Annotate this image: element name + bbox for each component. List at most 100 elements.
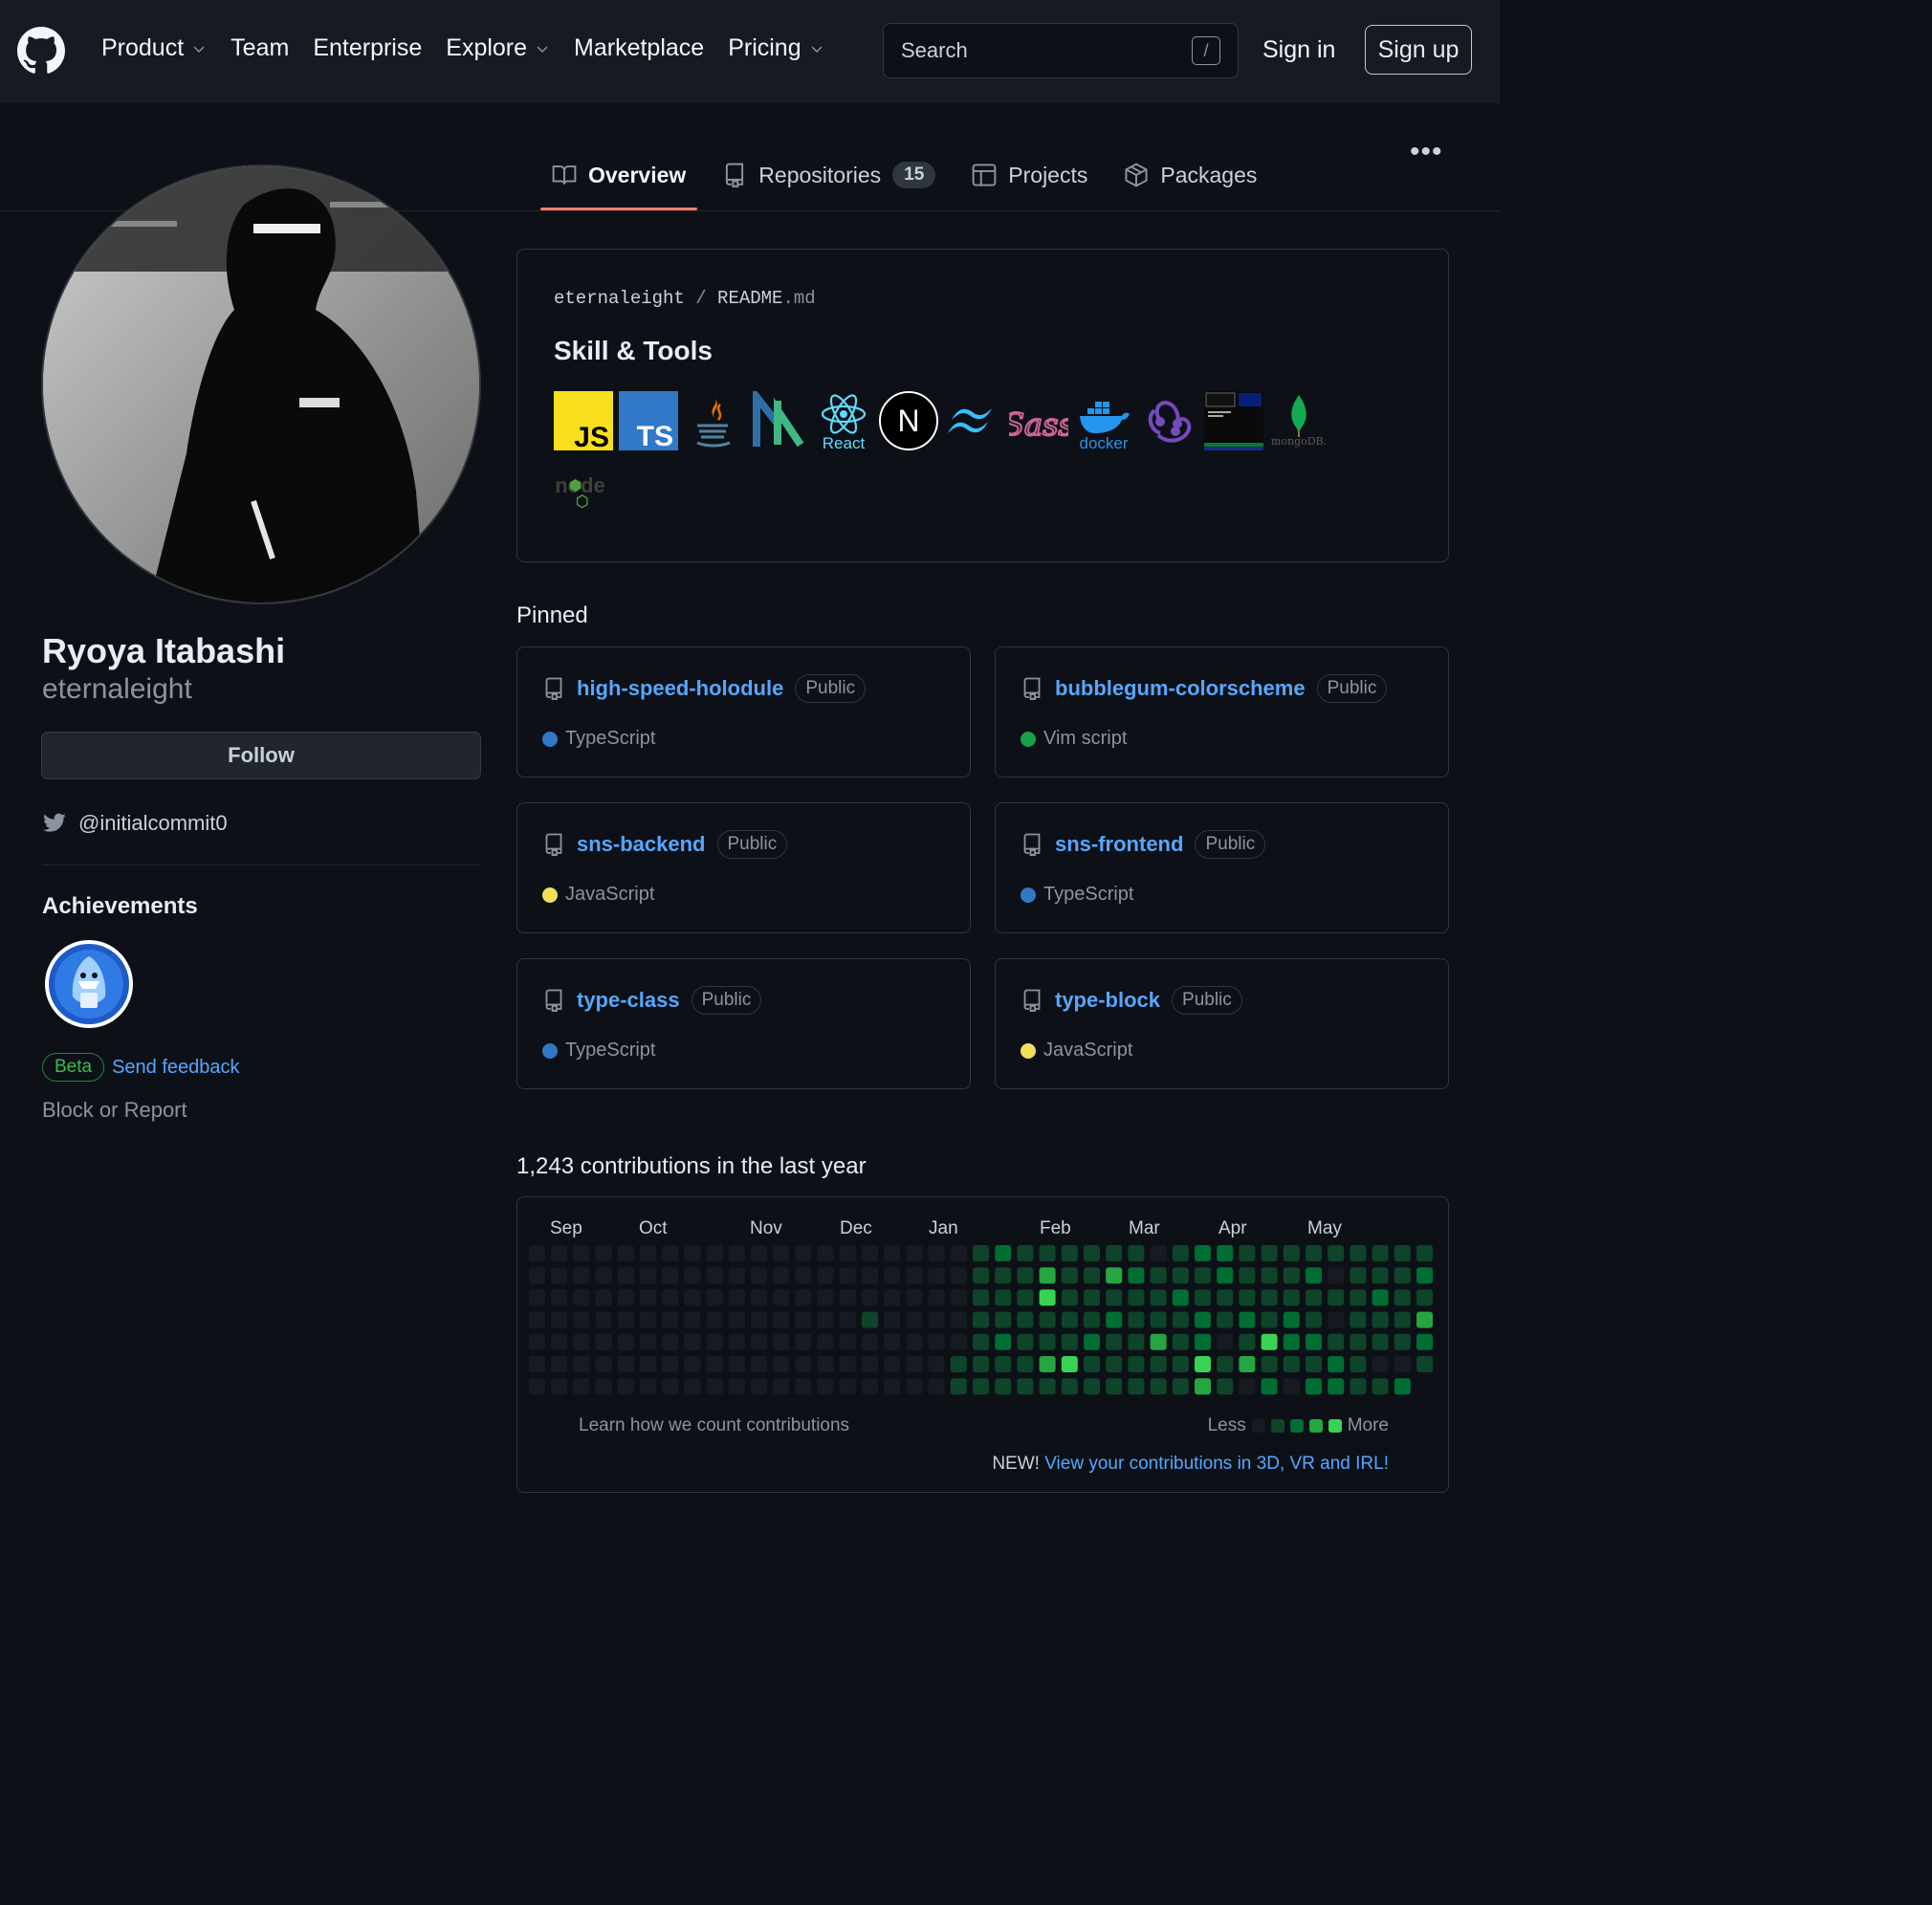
contribution-day[interactable] <box>862 1289 878 1306</box>
pinned-repo-name[interactable]: sns-frontend <box>1055 832 1183 857</box>
contribution-day[interactable] <box>884 1356 901 1372</box>
contribution-day[interactable] <box>862 1267 878 1284</box>
contribution-day[interactable] <box>728 1311 745 1328</box>
contribution-day[interactable] <box>1172 1356 1189 1372</box>
contribution-day[interactable] <box>1350 1311 1367 1328</box>
contribution-day[interactable] <box>973 1289 989 1306</box>
contribution-day[interactable] <box>1084 1311 1100 1328</box>
contribution-day[interactable] <box>839 1333 856 1350</box>
contribution-day[interactable] <box>1195 1267 1211 1284</box>
contribution-day[interactable] <box>1217 1311 1234 1328</box>
contribution-day[interactable] <box>973 1333 989 1350</box>
contribution-day[interactable] <box>1239 1378 1256 1395</box>
contribution-day[interactable] <box>1150 1311 1167 1328</box>
contribution-day[interactable] <box>706 1378 723 1395</box>
contribution-day[interactable] <box>995 1333 1012 1350</box>
contribution-day[interactable] <box>617 1356 634 1372</box>
contribution-day[interactable] <box>1372 1378 1389 1395</box>
contribution-day[interactable] <box>573 1356 590 1372</box>
contribution-day[interactable] <box>1416 1333 1433 1350</box>
contribution-day[interactable] <box>1017 1267 1034 1284</box>
contribution-day[interactable] <box>1172 1245 1189 1261</box>
contribution-day[interactable] <box>995 1356 1012 1372</box>
contribution-day[interactable] <box>1017 1356 1034 1372</box>
contribution-day[interactable] <box>1261 1333 1278 1350</box>
contribution-day[interactable] <box>1017 1311 1034 1328</box>
contribution-day[interactable] <box>1128 1289 1145 1306</box>
send-feedback-link[interactable]: Send feedback <box>112 1057 239 1079</box>
contribution-day[interactable] <box>928 1245 945 1261</box>
contribution-day[interactable] <box>573 1311 590 1328</box>
contribution-day[interactable] <box>1283 1267 1300 1284</box>
contribution-day[interactable] <box>1039 1356 1056 1372</box>
contribution-day[interactable] <box>906 1378 923 1395</box>
nav-team[interactable]: Team <box>231 34 289 62</box>
sign-in-link[interactable]: Sign in <box>1262 36 1335 64</box>
contribution-day[interactable] <box>884 1333 901 1350</box>
contribution-day[interactable] <box>1372 1267 1389 1284</box>
contribution-day[interactable] <box>773 1245 790 1261</box>
contribution-day[interactable] <box>640 1267 656 1284</box>
contribution-day[interactable] <box>1084 1267 1100 1284</box>
contribution-day[interactable] <box>662 1356 679 1372</box>
contribution-day[interactable] <box>773 1289 790 1306</box>
contribution-day[interactable] <box>595 1378 612 1395</box>
contribution-day[interactable] <box>595 1311 612 1328</box>
contribution-day[interactable] <box>1416 1267 1433 1284</box>
contribution-day[interactable] <box>1217 1289 1234 1306</box>
contribution-day[interactable] <box>1150 1333 1167 1350</box>
contribution-day[interactable] <box>1394 1378 1411 1395</box>
search-input[interactable] <box>901 38 1192 63</box>
contribution-day[interactable] <box>1106 1245 1123 1261</box>
contribution-day[interactable] <box>728 1378 745 1395</box>
contribution-day[interactable] <box>573 1333 590 1350</box>
contribution-day[interactable] <box>1217 1378 1234 1395</box>
contribution-day[interactable] <box>1394 1333 1411 1350</box>
contribution-day[interactable] <box>906 1245 923 1261</box>
contribution-day[interactable] <box>706 1311 723 1328</box>
contribution-day[interactable] <box>1061 1267 1078 1284</box>
contribution-day[interactable] <box>906 1289 923 1306</box>
contribution-day[interactable] <box>662 1289 679 1306</box>
contribution-day[interactable] <box>1106 1356 1123 1372</box>
contribution-day[interactable] <box>817 1378 834 1395</box>
nav-pricing[interactable]: Pricing <box>728 34 823 62</box>
nav-product[interactable]: Product <box>101 34 207 62</box>
contribution-day[interactable] <box>684 1378 701 1395</box>
contribution-day[interactable] <box>1084 1245 1100 1261</box>
contribution-day[interactable] <box>1239 1356 1256 1372</box>
contribution-day[interactable] <box>1084 1289 1100 1306</box>
contribution-day[interactable] <box>1039 1245 1056 1261</box>
pinned-repo-name[interactable]: type-block <box>1055 988 1160 1013</box>
contribution-day[interactable] <box>1195 1245 1211 1261</box>
contribution-day[interactable] <box>529 1289 545 1306</box>
contribution-day[interactable] <box>1350 1289 1367 1306</box>
contribution-day[interactable] <box>595 1245 612 1261</box>
contribution-day[interactable] <box>1372 1356 1389 1372</box>
contribution-day[interactable] <box>1150 1289 1167 1306</box>
contribution-day[interactable] <box>884 1378 901 1395</box>
contribution-day[interactable] <box>1239 1311 1256 1328</box>
contribution-day[interactable] <box>1061 1289 1078 1306</box>
contribution-day[interactable] <box>1261 1267 1278 1284</box>
contribution-day[interactable] <box>1172 1378 1189 1395</box>
contribution-day[interactable] <box>995 1289 1012 1306</box>
nav-explore[interactable]: Explore <box>446 34 550 62</box>
contribution-day[interactable] <box>884 1289 901 1306</box>
readme-owner[interactable]: eternaleight <box>554 288 685 309</box>
contribution-day[interactable] <box>706 1356 723 1372</box>
contribution-day[interactable] <box>684 1311 701 1328</box>
contribution-day[interactable] <box>751 1245 767 1261</box>
contribution-day[interactable] <box>928 1333 945 1350</box>
contribution-day[interactable] <box>1416 1356 1433 1372</box>
contribution-day[interactable] <box>573 1378 590 1395</box>
contribution-day[interactable] <box>728 1289 745 1306</box>
contribution-day[interactable] <box>1328 1267 1345 1284</box>
contribution-day[interactable] <box>1283 1378 1300 1395</box>
contribution-day[interactable] <box>751 1311 767 1328</box>
contribution-day[interactable] <box>1128 1311 1145 1328</box>
contribution-day[interactable] <box>529 1333 545 1350</box>
contribution-day[interactable] <box>973 1267 989 1284</box>
contribution-day[interactable] <box>928 1311 945 1328</box>
contribution-day[interactable] <box>1084 1356 1100 1372</box>
